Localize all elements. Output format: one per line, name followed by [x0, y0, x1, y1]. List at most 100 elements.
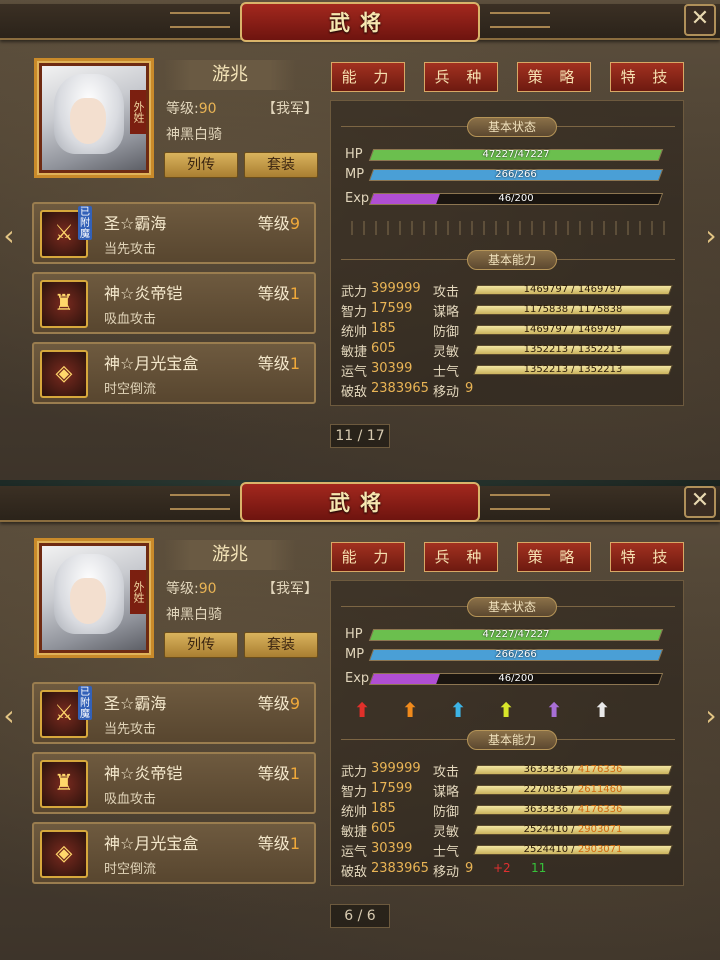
move-label: 移动 — [433, 865, 460, 880]
title-ornament-right — [490, 12, 550, 28]
stat-value: 2383965 — [371, 381, 429, 396]
stat-name-secondary: 士气 — [433, 365, 460, 380]
portrait-face — [70, 578, 106, 624]
page-title: 武将 — [240, 482, 480, 522]
tab-ability[interactable]: 能 力 — [331, 542, 405, 572]
equipment-name: 圣☆霸海 — [104, 694, 167, 713]
stat-bar-boosted: 2903071 — [577, 844, 623, 855]
stat-name-secondary: 防御 — [433, 805, 460, 820]
mp-label: MP — [345, 167, 365, 182]
stat-row: 武力 399999 攻击 3633336 / 4176336 — [341, 761, 675, 780]
tab-strategy[interactable]: 策 略 — [517, 542, 591, 572]
stat-bar-current: 2270835 / — [523, 784, 578, 795]
prev-hero-arrow-icon[interactable]: ‹ — [0, 218, 18, 254]
biography-button[interactable]: 列传 — [164, 152, 238, 178]
stat-value: 17599 — [371, 781, 413, 796]
stat-bar-value: 1352213 / 1352213 — [523, 364, 623, 375]
set-button[interactable]: 套装 — [244, 632, 318, 658]
stat-bar-boosted: 4176336 — [577, 764, 623, 775]
exp-label: Exp — [345, 671, 370, 686]
upgrade-arrows: ⬆ ⬆ ⬆ ⬆ ⬆ ⬆ — [351, 699, 671, 721]
prev-hero-arrow-icon[interactable]: ‹ — [0, 698, 18, 734]
equipment-description: 时空倒流 — [104, 382, 157, 397]
move-value: 9 — [465, 381, 474, 396]
stat-name-secondary: 防御 — [433, 325, 460, 340]
next-hero-arrow-icon[interactable]: › — [702, 698, 720, 734]
stat-bar-value: 3633336 / 4176336 — [475, 801, 671, 819]
equipment-slot-weapon[interactable]: ⚔ 已附魔 圣☆霸海 等级9 当先攻击 — [32, 202, 316, 264]
hero-level-label: 等级: — [166, 101, 199, 117]
equipment-level: 等级1 — [258, 280, 300, 304]
tab-troops[interactable]: 兵 种 — [424, 62, 498, 92]
next-hero-arrow-icon[interactable]: › — [702, 218, 720, 254]
equipment-slot-accessory[interactable]: ◈ 神☆月光宝盒 等级1 时空倒流 — [32, 822, 316, 884]
stat-bar-value: 2524410 / 2903071 — [475, 841, 671, 859]
equipment-slot-armor[interactable]: ♜ 神☆炎帝铠 等级1 吸血攻击 — [32, 752, 316, 814]
equipment-slot-armor[interactable]: ♜ 神☆炎帝铠 等级1 吸血攻击 — [32, 272, 316, 334]
hero-name: 游兆 — [164, 540, 296, 570]
tab-ability[interactable]: 能 力 — [331, 62, 405, 92]
white-arrow-icon[interactable]: ⬆ — [591, 699, 613, 721]
hp-value: 47227/47227 — [482, 149, 550, 160]
tab-strategy[interactable]: 策 略 — [517, 62, 591, 92]
close-button[interactable]: ✕ — [684, 486, 716, 518]
stat-row: 智力 17599 谋略 1175838 / 1175838 — [341, 301, 675, 320]
box-icon: ◈ — [40, 830, 88, 878]
equipment-description: 吸血攻击 — [104, 312, 157, 327]
stat-name: 运气 — [341, 845, 368, 860]
hero-level: 等级:90 — [166, 578, 217, 598]
equipment-level-value: 9 — [289, 214, 300, 233]
orange-arrow-icon[interactable]: ⬆ — [399, 699, 421, 721]
equipment-level: 等级1 — [258, 830, 300, 854]
stat-value: 30399 — [371, 841, 413, 856]
equipment-level: 等级1 — [258, 760, 300, 784]
tab-skills[interactable]: 特 技 — [610, 542, 684, 572]
portrait-image: 外姓 — [42, 66, 146, 170]
move-total: 11 — [531, 861, 547, 875]
page-indicator: 6 / 6 — [330, 904, 390, 928]
stat-name-secondary: 攻击 — [433, 765, 460, 780]
armor-icon: ♜ — [40, 280, 88, 328]
move-bonus: +2 — [493, 861, 511, 875]
stat-bar-value: 1175838 / 1175838 — [523, 304, 623, 315]
equipment-name: 神☆炎帝铠 — [104, 284, 183, 303]
enchanted-badge: 已附魔 — [78, 206, 92, 240]
stat-value: 185 — [371, 801, 396, 816]
equipment-level: 等级1 — [258, 350, 300, 374]
set-button[interactable]: 套装 — [244, 152, 318, 178]
equipment-level: 等级9 — [258, 690, 300, 714]
stat-name: 智力 — [341, 785, 368, 800]
tab-troops[interactable]: 兵 种 — [424, 542, 498, 572]
stat-row: 敏捷 605 灵敏 2524410 / 2903071 — [341, 821, 675, 840]
close-button[interactable]: ✕ — [684, 4, 716, 36]
red-arrow-icon[interactable]: ⬆ — [351, 699, 373, 721]
stat-name-secondary: 谋略 — [433, 305, 460, 320]
equipment-level-value: 1 — [289, 764, 300, 783]
stats-panel: 基本状态 HP 47227/47227 MP 266/266 Exp 46/20… — [330, 100, 684, 406]
equipment-slot-accessory[interactable]: ◈ 神☆月光宝盒 等级1 时空倒流 — [32, 342, 316, 404]
stat-bar-value: 2270835 / 2611460 — [475, 781, 671, 799]
equipment-level-value: 1 — [289, 284, 300, 303]
purple-arrow-icon[interactable]: ⬆ — [543, 699, 565, 721]
tab-skills[interactable]: 特 技 — [610, 62, 684, 92]
equipment-name: 神☆月光宝盒 — [104, 834, 199, 853]
hero-portrait: 外姓 — [34, 538, 154, 658]
hero-level-value: 90 — [198, 581, 217, 597]
yellow-arrow-icon[interactable]: ⬆ — [495, 699, 517, 721]
equipment-slot-weapon[interactable]: ⚔ 已附魔 圣☆霸海 等级9 当先攻击 — [32, 682, 316, 744]
stat-bar-value: 1352213 / 1352213 — [523, 344, 623, 355]
stat-name: 武力 — [341, 285, 368, 300]
defeat-row: 破敌 2383965 移动 9 +2 11 — [341, 861, 675, 880]
title-ornament-right — [490, 494, 550, 510]
stat-row: 运气 30399 士气 1352213 / 1352213 — [341, 361, 675, 380]
equipment-level-label: 等级 — [257, 354, 290, 373]
equipment-level-label: 等级 — [257, 284, 290, 303]
stat-name: 破敌 — [341, 865, 368, 880]
mp-label: MP — [345, 647, 365, 662]
stat-row: 运气 30399 士气 2524410 / 2903071 — [341, 841, 675, 860]
mp-value: 266/266 — [495, 169, 537, 180]
biography-button[interactable]: 列传 — [164, 632, 238, 658]
hero-level-value: 90 — [198, 101, 217, 117]
blue-arrow-icon[interactable]: ⬆ — [447, 699, 469, 721]
stat-value: 2383965 — [371, 861, 429, 876]
